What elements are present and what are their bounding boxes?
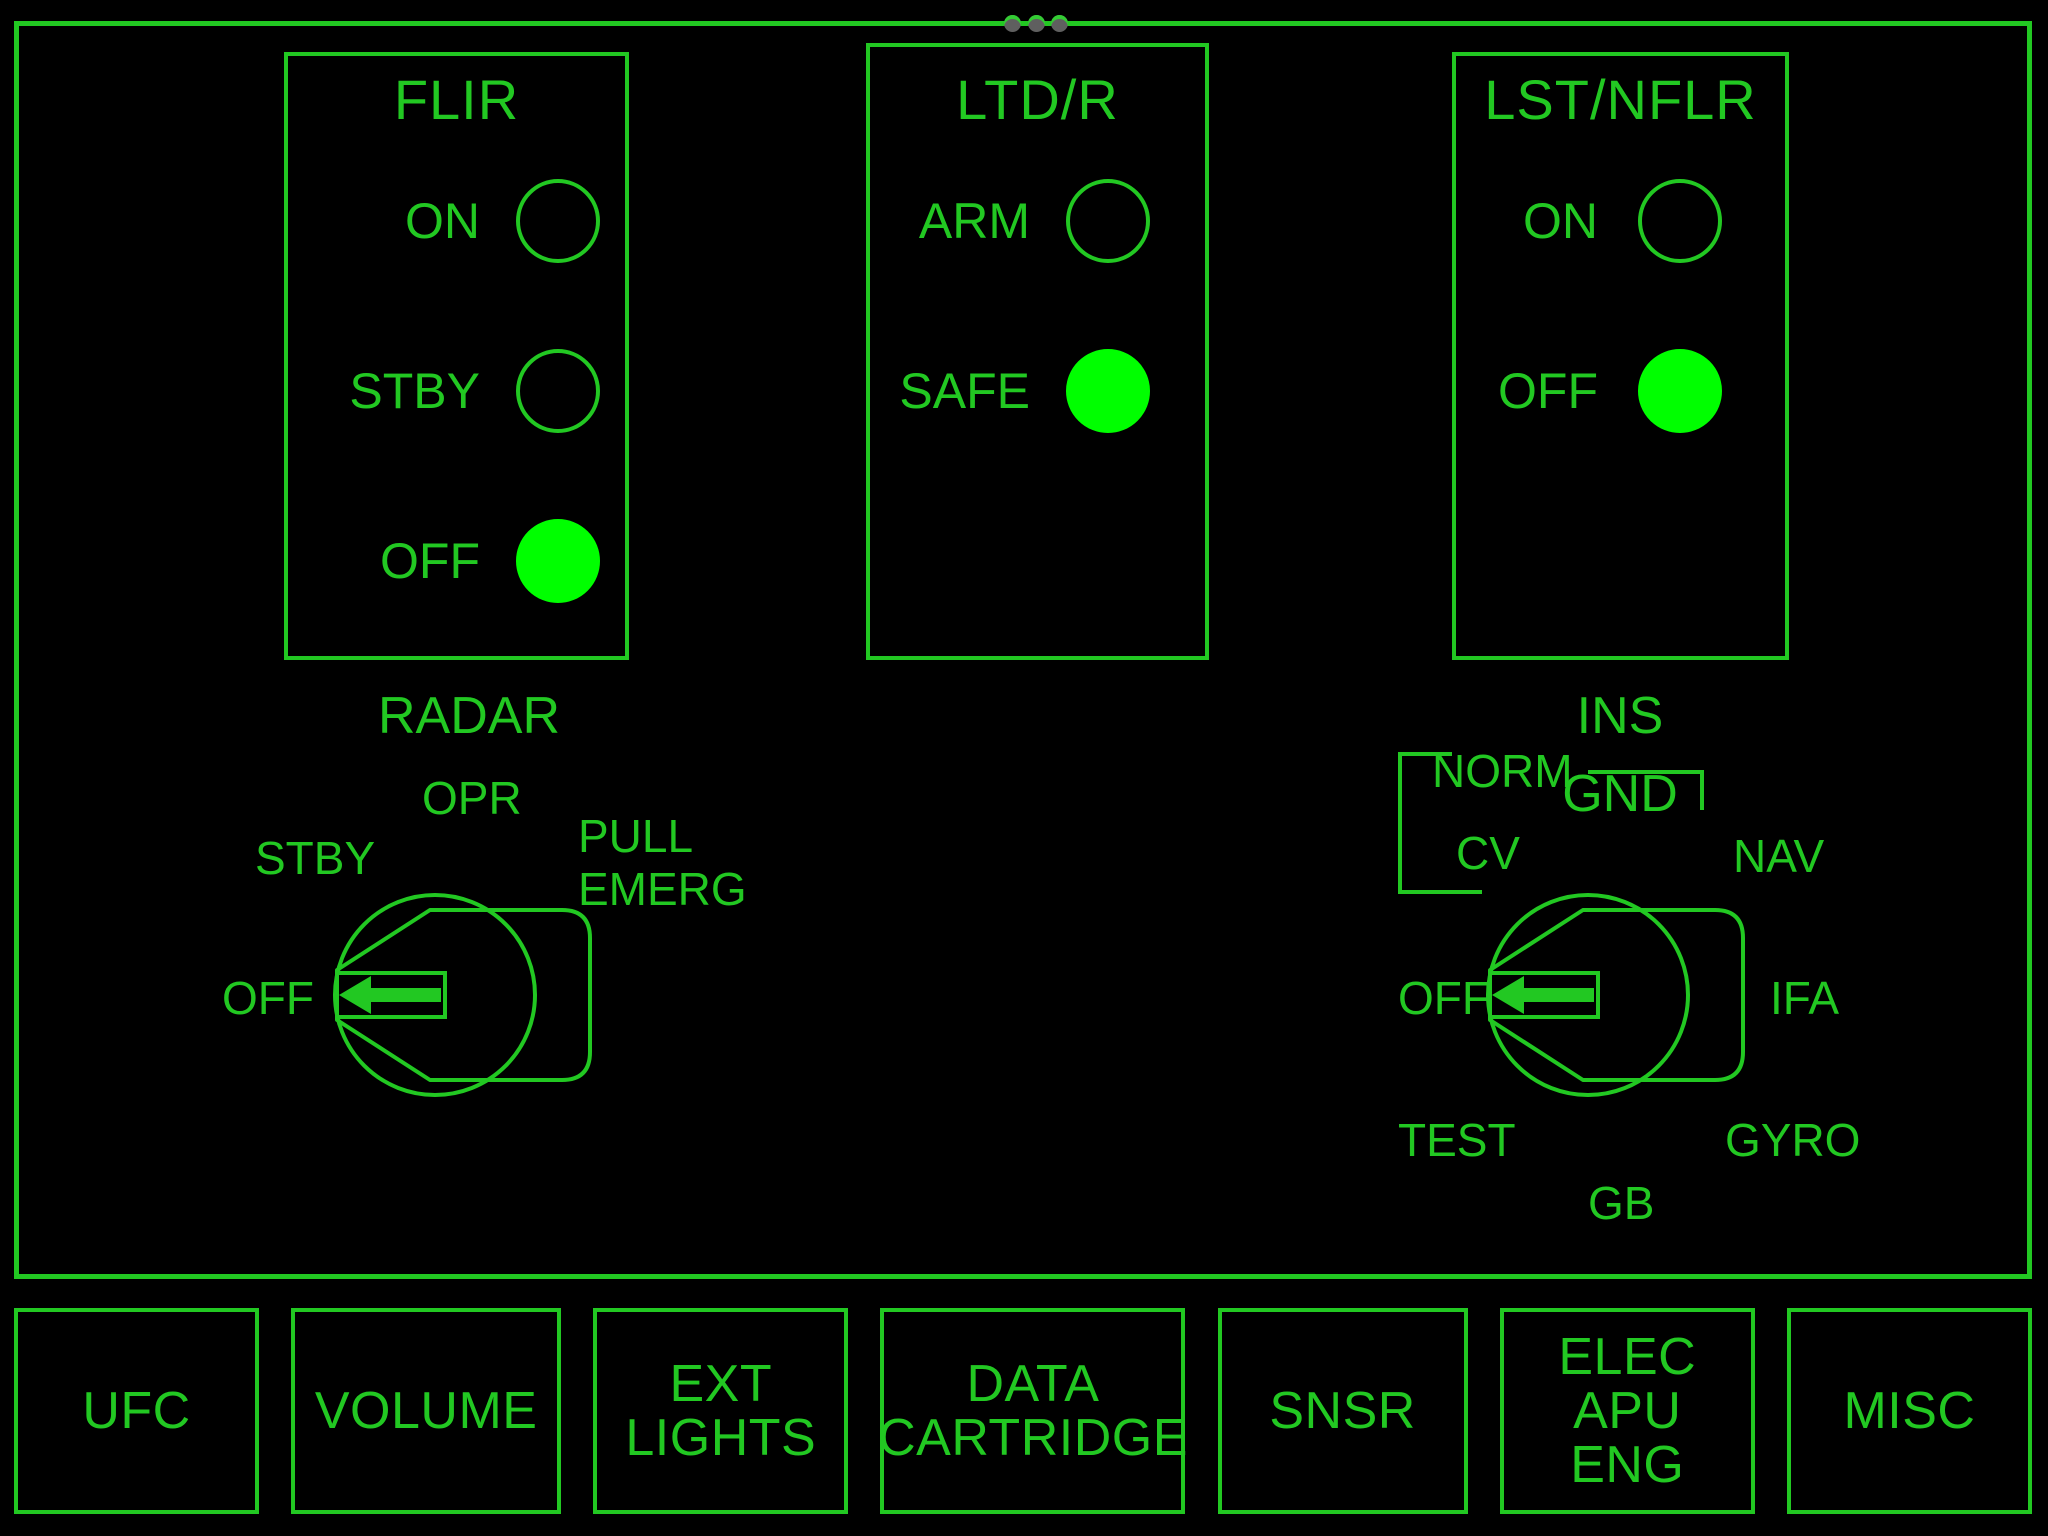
- radar-knob-title: RADAR: [378, 687, 561, 745]
- menu-button-ufc[interactable]: UFC: [14, 1308, 259, 1514]
- bottom-menu-button-strip: UFC VOLUME EXT LIGHTS DATA CARTRIDGE SNS…: [14, 1308, 2032, 1514]
- ltdr-label-arm: ARM: [918, 193, 1030, 249]
- lstnflr-lamp-on[interactable]: [1638, 179, 1722, 263]
- ins-knob-pointer-arrow-icon: [1492, 976, 1594, 1014]
- menu-button-ext-lights-label: EXT LIGHTS: [625, 1355, 817, 1467]
- panel-grip-dots-icon: [1004, 10, 1068, 36]
- menu-button-volume-label: VOLUME: [314, 1382, 538, 1440]
- grip-dot: [1051, 14, 1068, 32]
- flir-lamp-stby[interactable]: [516, 349, 600, 433]
- lstnflr-label-off: OFF: [1498, 363, 1598, 419]
- ltdr-label-safe: SAFE: [899, 363, 1030, 419]
- ltdr-row-safe[interactable]: SAFE: [880, 345, 1200, 437]
- radar-position-pull[interactable]: PULL: [578, 813, 693, 859]
- lstnflr-panel-title: LST/NFLR: [1484, 68, 1757, 131]
- grip-dot: [1004, 14, 1021, 32]
- flir-label-off: OFF: [380, 533, 480, 589]
- menu-button-ufc-label: UFC: [82, 1382, 191, 1440]
- flir-label-stby: STBY: [349, 363, 480, 419]
- menu-button-elec-apu-eng-label: ELEC APU ENG: [1558, 1328, 1697, 1494]
- ltdr-row-arm[interactable]: ARM: [880, 175, 1200, 267]
- ins-knob-title: INS: [1576, 687, 1664, 745]
- menu-button-data-cartridge-label: DATA CARTRIDGE: [878, 1355, 1188, 1467]
- menu-button-ext-lights[interactable]: EXT LIGHTS: [593, 1308, 849, 1514]
- ins-fraction-rule: [1588, 770, 1704, 810]
- menu-button-misc[interactable]: MISC: [1786, 1308, 2032, 1514]
- ltdr-lamp-safe[interactable]: [1066, 349, 1150, 433]
- flir-lamp-off[interactable]: [516, 519, 600, 603]
- menu-button-data-cartridge[interactable]: DATA CARTRIDGE: [878, 1308, 1188, 1514]
- menu-button-elec-apu-eng[interactable]: ELEC APU ENG: [1499, 1308, 1755, 1514]
- ins-position-norm[interactable]: NORM: [1432, 748, 1573, 794]
- menu-button-snsr-label: SNSR: [1269, 1382, 1416, 1440]
- grip-dot: [1027, 14, 1045, 32]
- radar-knob-pointer-arrow-icon: [339, 976, 441, 1014]
- flir-row-stby[interactable]: STBY: [300, 345, 620, 437]
- ltdr-lamp-arm[interactable]: [1066, 179, 1150, 263]
- radar-position-off[interactable]: OFF: [222, 975, 314, 1021]
- radar-rotary-knob[interactable]: [325, 860, 615, 1140]
- flir-lamp-on[interactable]: [516, 179, 600, 263]
- radar-position-opr[interactable]: OPR: [422, 775, 522, 821]
- ins-position-ifa[interactable]: IFA: [1770, 975, 1839, 1021]
- ltdr-panel-title: LTD/R: [956, 68, 1119, 131]
- lstnflr-row-off[interactable]: OFF: [1468, 345, 1788, 437]
- ins-rotary-knob[interactable]: [1478, 860, 1768, 1140]
- flir-row-on[interactable]: ON: [300, 175, 620, 267]
- menu-button-volume[interactable]: VOLUME: [291, 1308, 562, 1514]
- flir-panel-title: FLIR: [393, 68, 520, 131]
- menu-button-misc-label: MISC: [1843, 1382, 1976, 1440]
- lstnflr-row-on[interactable]: ON: [1468, 175, 1788, 267]
- ins-position-off[interactable]: OFF: [1398, 975, 1490, 1021]
- ins-position-gb[interactable]: GB: [1588, 1180, 1654, 1226]
- flir-row-off[interactable]: OFF: [300, 515, 620, 607]
- menu-button-snsr[interactable]: SNSR: [1217, 1308, 1468, 1514]
- lstnflr-lamp-off[interactable]: [1638, 349, 1722, 433]
- flir-label-on: ON: [405, 193, 480, 249]
- snsr-control-panel-screen: FLIR ON STBY OFF LTD/R ARM SAFE LST/NFLR…: [0, 0, 2048, 1536]
- lstnflr-label-on: ON: [1523, 193, 1598, 249]
